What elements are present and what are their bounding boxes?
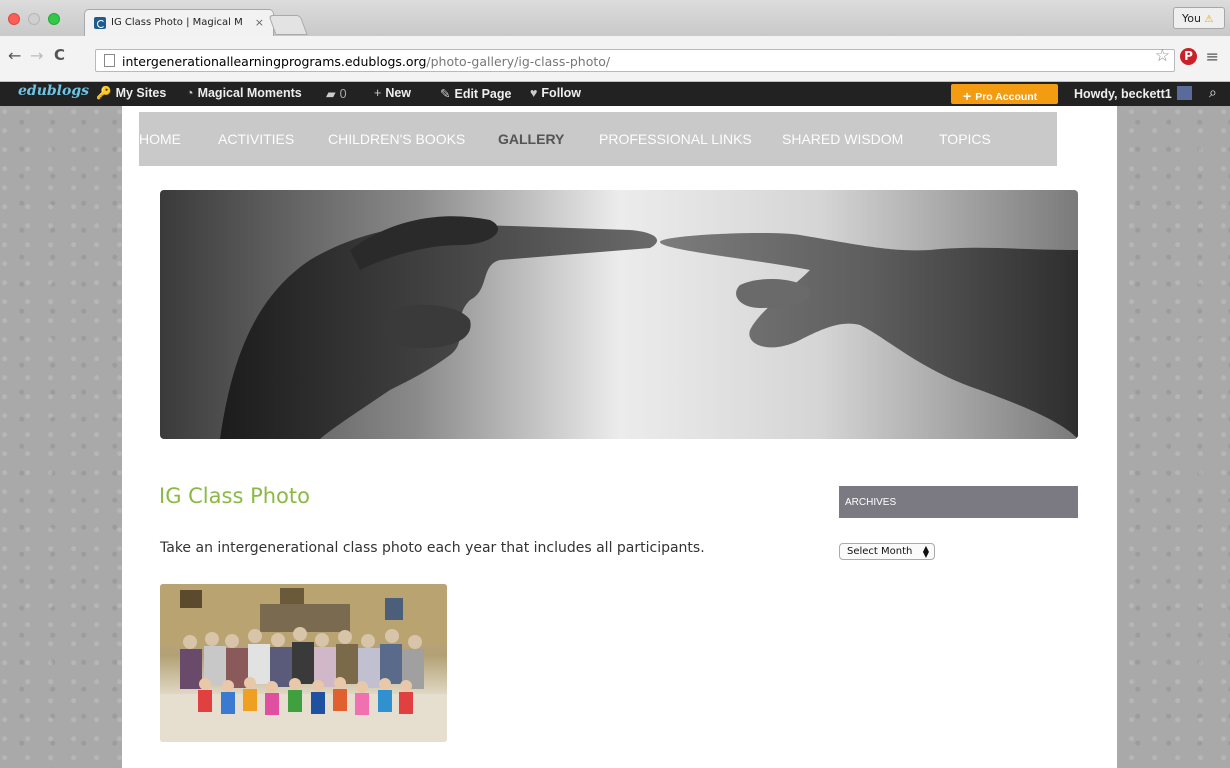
- site-content: HOME ACTIVITIES CHILDREN'S BOOKS GALLERY…: [122, 106, 1117, 768]
- browser-tab[interactable]: IG Class Photo | Magical M ×: [84, 9, 274, 36]
- dashboard-gauge-icon: ◔: [186, 86, 194, 100]
- address-bar[interactable]: intergenerationallearningprograms.edublo…: [95, 49, 1175, 72]
- url-path: /photo-gallery/ig-class-photo/: [426, 54, 611, 69]
- warning-icon: ⚠: [1204, 14, 1214, 25]
- main-navigation: HOME ACTIVITIES CHILDREN'S BOOKS GALLERY…: [139, 112, 1057, 166]
- new-content-link[interactable]: + New: [374, 86, 411, 100]
- key-icon: 🔑: [96, 86, 112, 100]
- comment-bubble-icon: ▰: [326, 87, 336, 101]
- admin-bar: edublogs 🔑 My Sites ◔ Magical Moments ▰ 0 +…: [0, 82, 1230, 106]
- pro-plus-icon: +: [963, 88, 972, 104]
- browser-menu-icon[interactable]: ≡: [1206, 47, 1219, 66]
- avatar: [1176, 86, 1192, 100]
- archives-month-select[interactable]: Select Month ▲ ▼: [839, 543, 935, 560]
- class-photo-image[interactable]: [160, 584, 447, 742]
- admin-search-icon[interactable]: ⌕: [1209, 84, 1217, 101]
- nav-item-gallery[interactable]: GALLERY: [498, 131, 564, 147]
- howdy-label: Howdy, beckett1: [1074, 87, 1172, 101]
- window-close-button[interactable]: [8, 13, 20, 25]
- window-maximize-button[interactable]: [48, 13, 60, 25]
- select-updown-icon: ▲ ▼: [922, 544, 929, 559]
- window-minimize-button[interactable]: [28, 13, 40, 25]
- bookmark-star-icon[interactable]: ☆: [1155, 46, 1170, 66]
- follow-label: Follow: [541, 86, 581, 100]
- browser-titlebar: IG Class Photo | Magical M × You ⚠: [0, 0, 1230, 36]
- site-name-label: Magical Moments: [197, 86, 302, 100]
- profile-label: You: [1182, 12, 1201, 25]
- my-sites-link[interactable]: 🔑 My Sites: [96, 86, 166, 101]
- page-title: IG Class Photo: [159, 484, 310, 508]
- edit-page-label: Edit Page: [454, 87, 512, 101]
- new-label: New: [385, 86, 412, 100]
- comments-link[interactable]: ▰ 0: [326, 86, 347, 101]
- nav-item-home[interactable]: HOME: [139, 131, 181, 147]
- touching-hands-image: [220, 216, 1078, 439]
- user-account-link[interactable]: Howdy, beckett1: [1074, 86, 1192, 101]
- reload-icon[interactable]: C: [54, 46, 65, 64]
- page-icon: [104, 54, 115, 67]
- profile-button[interactable]: You ⚠: [1173, 7, 1225, 29]
- edit-page-link[interactable]: ✎ Edit Page: [440, 86, 511, 101]
- site-name-link[interactable]: ◔ Magical Moments: [186, 86, 302, 100]
- plus-icon: +: [374, 86, 382, 100]
- forward-arrow-icon[interactable]: →: [30, 46, 43, 65]
- nav-item-professional-links[interactable]: PROFESSIONAL LINKS: [599, 131, 752, 147]
- nav-item-childrens-books[interactable]: CHILDREN'S BOOKS: [328, 131, 465, 147]
- header-image: [160, 190, 1078, 439]
- group-photo: [160, 584, 447, 742]
- new-tab-button[interactable]: [268, 15, 308, 35]
- my-sites-label: My Sites: [115, 86, 167, 100]
- pro-account-button[interactable]: + Pro Account: [951, 84, 1058, 104]
- nav-item-topics[interactable]: TOPICS: [939, 131, 991, 147]
- pinterest-icon[interactable]: P: [1180, 48, 1197, 65]
- edublogs-favicon-icon: [94, 17, 106, 29]
- back-arrow-icon[interactable]: ←: [8, 46, 21, 65]
- post-body: Take an intergenerational class photo ea…: [160, 540, 705, 556]
- pencil-icon: ✎: [440, 87, 451, 101]
- tab-title: IG Class Photo | Magical M: [111, 17, 243, 28]
- nav-item-activities[interactable]: ACTIVITIES: [218, 131, 294, 147]
- pro-account-label: Pro Account: [975, 91, 1038, 103]
- url-host: intergenerationallearningprograms.edublo…: [122, 54, 427, 69]
- archives-select-value: Select Month: [847, 546, 913, 557]
- follow-link[interactable]: ♥ Follow: [530, 86, 581, 100]
- comments-count: 0: [339, 87, 347, 101]
- tab-close-icon[interactable]: ×: [255, 16, 264, 29]
- heart-icon: ♥: [530, 86, 538, 100]
- browser-toolbar: ← → C intergenerationallearningprograms.…: [0, 36, 1230, 82]
- edublogs-logo[interactable]: edublogs: [18, 83, 89, 99]
- nav-item-shared-wisdom[interactable]: SHARED WISDOM: [782, 131, 903, 147]
- archives-widget-title: ARCHIVES: [839, 486, 1078, 518]
